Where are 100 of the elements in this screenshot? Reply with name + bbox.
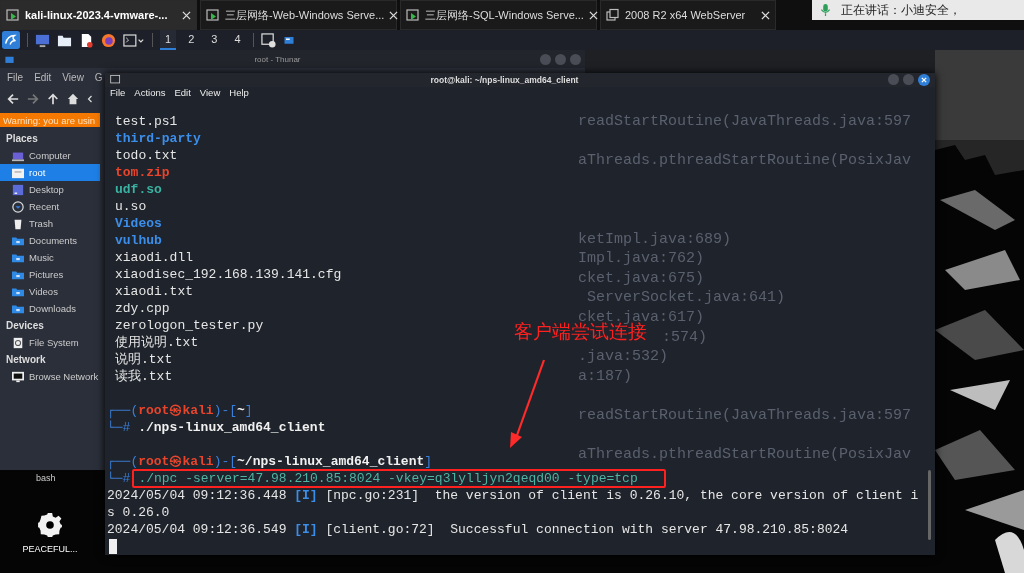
screenshot-icon[interactable] (260, 32, 276, 48)
browser-icon[interactable] (101, 32, 116, 48)
terminal-text: third-party (115, 131, 201, 146)
monitor-icon[interactable] (35, 32, 50, 48)
terminal-text: [I] (294, 488, 318, 503)
vm-play-icon (206, 8, 220, 22)
terminal-text: xiaodi.txt (115, 284, 193, 299)
sidebar-item[interactable]: Browse Network (0, 368, 100, 385)
copy-icon (606, 8, 620, 22)
menu-item[interactable]: Edit (34, 71, 52, 83)
vm-play-icon (6, 8, 20, 22)
menu-item[interactable]: Edit (174, 86, 191, 98)
desktop-icon (12, 183, 24, 196)
back-arrow-icon[interactable] (7, 93, 19, 105)
vm-tab[interactable]: 三层网络-SQL-Windows Serve... (400, 0, 597, 30)
folder-icon (12, 166, 24, 179)
sidebar-item[interactable]: Music (0, 249, 100, 266)
sidebar-item[interactable]: Trash (0, 215, 100, 232)
sidebar-item[interactable]: Pictures (0, 266, 100, 283)
sidebar-item[interactable]: root (0, 164, 100, 181)
menu-item[interactable]: G (94, 71, 103, 83)
terminal-text: [npc.go:231] the version of client is 0.26.10, the core version of client i (324, 488, 919, 503)
menu-item[interactable]: File (7, 71, 24, 83)
terminal-text: ./nps-linux_amd64_client (137, 420, 326, 435)
workspace-button[interactable]: 2 (183, 30, 200, 50)
vm-tab[interactable]: 三层网络-Web-Windows Serve... (200, 0, 397, 30)
vm-tab[interactable]: 2008 R2 x64 WebServer (600, 0, 776, 30)
close-icon[interactable] (389, 10, 399, 20)
close-icon[interactable] (182, 10, 191, 20)
menu-item[interactable]: File (110, 86, 126, 98)
terminal-text: ] (424, 454, 433, 469)
terminal-text: tom.zip (115, 165, 170, 180)
sidebar-item[interactable]: Documents (0, 232, 100, 249)
background-text: cket.java:675) (578, 268, 706, 289)
scrollbar[interactable] (928, 470, 931, 540)
sidebar-item[interactable]: Videos (0, 283, 100, 300)
workspace-button[interactable]: 1 (160, 30, 177, 50)
gear-icon[interactable] (37, 512, 63, 538)
terminal-text: ~/nps-linux_amd64_client (237, 454, 425, 469)
terminal-text: 使用说明.txt (115, 335, 199, 350)
sidebar-heading: Places (5, 132, 39, 146)
terminal-text: 2024/05/04 09:12:36.448 (107, 488, 288, 503)
terminal-text: root㉿kali (138, 454, 214, 469)
background-text: ServerSocket.java:641) (586, 288, 787, 308)
highlighted-command: ./npc -server=47.98.210.85:8024 -vkey=q3lylljyn2qeqd00 -type=tcp (132, 469, 666, 488)
close-icon[interactable] (918, 73, 930, 86)
terminal-text: s 0.26.0 (107, 505, 170, 520)
window-label: bash (36, 473, 56, 483)
drive-icon (12, 336, 24, 349)
sidebar-item[interactable]: Desktop (0, 181, 100, 198)
sidebar-item[interactable]: Recent (0, 198, 100, 215)
terminal-icon (110, 74, 121, 86)
terminal-text: udf.so (115, 182, 162, 197)
up-arrow-icon[interactable] (47, 93, 59, 105)
sidebar-item[interactable]: Computer (0, 147, 100, 164)
menu-item[interactable]: View (199, 86, 221, 98)
vm-play-icon (406, 8, 420, 22)
terminal-text: zdy.cpp (115, 301, 170, 316)
terminal-text: 读我.txt (115, 369, 173, 384)
background-text: readStartRoutine(JavaThreads.java:597 (578, 112, 912, 132)
menu-item[interactable]: View (62, 71, 84, 83)
microphone-icon (820, 3, 831, 17)
terminal-text: 2024/05/04 09:12:36.549 (107, 522, 288, 537)
terminal-text: )-[ (213, 454, 238, 469)
terminal-text: ┌──( (107, 403, 139, 418)
close-icon[interactable] (588, 10, 598, 20)
sidebar-item[interactable]: File System (0, 334, 100, 351)
background-text: Impl.java:762) (578, 249, 706, 269)
trash-icon (12, 217, 24, 230)
terminal-text: [client.go:72] Successful connection with server 47.98.210.85:8024 (324, 522, 849, 537)
forward-arrow-icon[interactable] (27, 93, 39, 105)
home-icon[interactable] (67, 93, 79, 105)
terminal-icon[interactable] (123, 32, 145, 48)
menu-item[interactable]: Help (229, 86, 249, 98)
desktop-icon-label: PEACEFUL... (22, 544, 78, 554)
terminal-text: todo.txt (115, 148, 178, 163)
terminal-text: ] (244, 403, 253, 418)
close-icon[interactable] (761, 10, 770, 20)
annotation-text: 客户端尝试连接 (514, 321, 647, 344)
workspace-button[interactable]: 3 (206, 30, 223, 50)
clock-icon (12, 200, 24, 213)
vm-tab[interactable]: kali-linux-2023.4-vmware-... (0, 0, 197, 30)
terminal-text: 说明.txt (115, 352, 173, 367)
background-text: readStartRoutine(JavaThreads.java:597 (578, 405, 912, 426)
document-icon[interactable] (79, 32, 94, 48)
menu-item[interactable]: Actions (134, 86, 166, 98)
window-icon[interactable] (282, 34, 295, 46)
terminal-text: ┌──( (107, 454, 139, 469)
terminal-text: [I] (294, 522, 318, 537)
dragon-logo-icon[interactable] (2, 31, 20, 49)
terminal-text: └─# (107, 471, 131, 486)
terminal-text: xiaodi.dll (115, 250, 193, 265)
chevron-left-icon[interactable] (87, 93, 93, 105)
sidebar-heading: Network (5, 353, 47, 367)
workspace-button[interactable]: 4 (229, 30, 246, 50)
terminal-text: Videos (115, 216, 162, 231)
terminal-text: )-[ (213, 403, 238, 418)
sidebar-item[interactable]: Downloads (0, 300, 100, 317)
window-title: root - Thunar (253, 54, 302, 64)
terminal-text: xiaodisec_192.168.139.141.cfg (115, 267, 342, 282)
